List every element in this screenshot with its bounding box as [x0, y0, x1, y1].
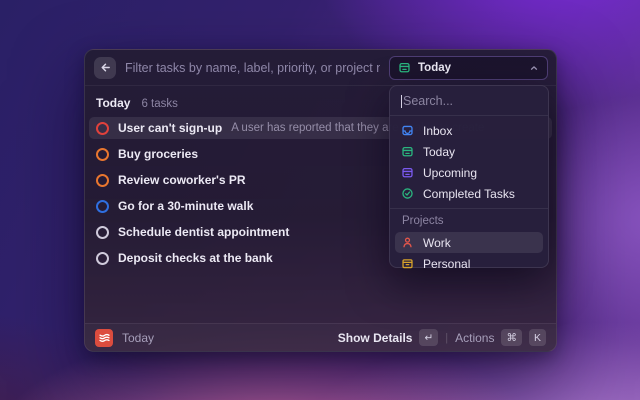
k-key-badge[interactable]: K [529, 329, 546, 346]
task-checkbox[interactable] [96, 200, 109, 213]
back-button[interactable] [94, 57, 116, 79]
arrow-left-icon [99, 61, 112, 74]
palette-footer: Today Show Details ↵ | Actions ⌘ K [85, 323, 556, 351]
chevron-up-icon [529, 63, 539, 73]
footer-divider: | [445, 332, 448, 344]
completed-check-icon [401, 187, 414, 200]
todoist-logo-icon [95, 329, 113, 347]
task-checkbox[interactable] [96, 148, 109, 161]
menu-item-label: Today [423, 145, 455, 159]
palette-header: Filter tasks by name, label, priority, o… [85, 50, 556, 86]
calendar-upcoming-icon [401, 166, 414, 179]
footer-context-label: Today [122, 331, 154, 345]
enter-key-badge[interactable]: ↵ [419, 329, 438, 346]
menu-item-label: Completed Tasks [423, 187, 515, 201]
menu-item-upcoming[interactable]: Upcoming [395, 162, 543, 183]
projects-section-label: Projects [390, 209, 548, 232]
task-title: Deposit checks at the bank [118, 251, 273, 265]
projects-group: Work Personal [390, 232, 548, 274]
menu-item-project-personal[interactable]: Personal [395, 253, 543, 274]
section-title: Today [96, 96, 130, 110]
task-checkbox[interactable] [96, 252, 109, 265]
scope-button-label: Today [418, 62, 451, 74]
section-task-count: 6 tasks [141, 98, 177, 110]
task-title: Go for a 30-minute walk [118, 199, 253, 213]
actions-button[interactable]: Actions [455, 331, 494, 345]
task-checkbox[interactable] [96, 174, 109, 187]
calendar-today-icon [401, 145, 414, 158]
filter-tasks-input[interactable]: Filter tasks by name, label, priority, o… [125, 61, 380, 75]
inbox-icon [401, 124, 414, 137]
task-title: User can't sign-up [118, 121, 222, 135]
box-icon [401, 257, 414, 270]
dropdown-search-input[interactable]: Search... [390, 86, 548, 115]
menu-item-today[interactable]: Today [395, 141, 543, 162]
menu-item-label: Work [423, 236, 451, 250]
person-icon [401, 236, 414, 249]
task-checkbox[interactable] [96, 226, 109, 239]
menu-item-project-work[interactable]: Work [395, 232, 543, 253]
desktop-background: Filter tasks by name, label, priority, o… [0, 0, 640, 400]
task-checkbox[interactable] [96, 122, 109, 135]
text-caret [401, 95, 402, 108]
views-group: Inbox Today [390, 116, 548, 208]
show-details-button[interactable]: Show Details [338, 331, 413, 345]
scope-dropdown-button[interactable]: Today [389, 56, 548, 80]
menu-item-completed-tasks[interactable]: Completed Tasks [395, 183, 543, 204]
menu-item-inbox[interactable]: Inbox [395, 120, 543, 141]
menu-item-label: Inbox [423, 124, 452, 138]
menu-item-label: Upcoming [423, 166, 477, 180]
cmd-key-badge[interactable]: ⌘ [501, 329, 522, 346]
calendar-today-icon [398, 61, 411, 74]
task-title: Review coworker's PR [118, 173, 246, 187]
scope-dropdown-menu: Search... Inbox [389, 85, 549, 268]
task-title: Buy groceries [118, 147, 198, 161]
dropdown-search-placeholder: Search... [403, 94, 453, 108]
task-title: Schedule dentist appointment [118, 225, 289, 239]
menu-item-label: Personal [423, 257, 470, 271]
